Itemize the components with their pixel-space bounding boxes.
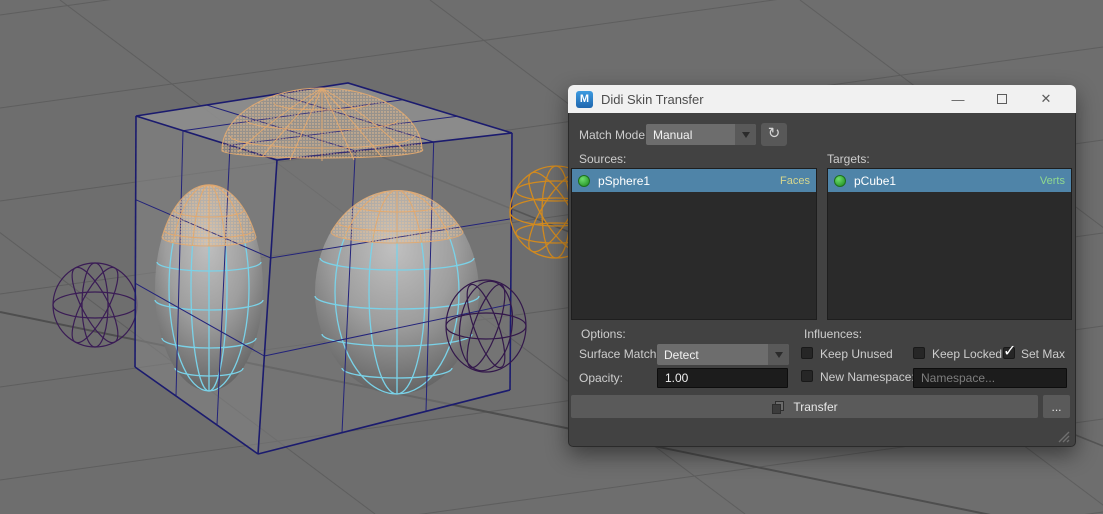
didi-skin-transfer-window: M Didi Skin Transfer — ✕ Match Mode: Man… [568, 85, 1076, 447]
keep-locked-checkbox[interactable] [913, 347, 925, 359]
check-icon: ✓ [1003, 343, 1017, 360]
maximize-button[interactable] [980, 92, 1024, 107]
source-name: pSphere1 [598, 173, 651, 188]
targets-list[interactable]: pCube1 Verts [827, 168, 1072, 320]
sources-label: Sources: [579, 152, 627, 166]
chevron-down-icon [768, 344, 789, 365]
list-item-psphere1[interactable]: pSphere1 Faces [572, 169, 816, 192]
maya-app-icon: M [576, 90, 593, 108]
target-name: pCube1 [854, 173, 897, 188]
opacity-label: Opacity: [579, 371, 624, 385]
status-dot-icon [578, 174, 590, 187]
namespace-input[interactable] [913, 368, 1067, 388]
transfer-button-label: Transfer [793, 399, 838, 414]
keep-unused-checkbox[interactable] [801, 347, 813, 359]
match-mode-value: Manual [653, 127, 693, 142]
target-mode-badge: Verts [1039, 174, 1065, 187]
targets-label: Targets: [827, 152, 870, 166]
status-dot-icon [834, 174, 846, 187]
source-mode-badge: Faces [780, 174, 810, 187]
keep-unused-label: Keep Unused [820, 347, 893, 361]
maximize-icon [997, 93, 1007, 104]
more-options-button[interactable]: ... [1043, 395, 1070, 418]
match-mode-label: Match Mode: [579, 128, 649, 142]
transfer-button[interactable]: Transfer [571, 395, 1038, 418]
transfer-copy-icon [772, 400, 785, 414]
list-item-pcube1[interactable]: pCube1 Verts [828, 169, 1071, 192]
chevron-down-icon [735, 124, 756, 145]
match-mode-dropdown[interactable]: Manual [646, 124, 756, 145]
resize-grip[interactable] [1056, 429, 1070, 443]
purple-wire-sphere-left [52, 262, 138, 348]
influences-group-label: Influences: [804, 327, 863, 341]
set-max-checkbox[interactable]: ✓ [1003, 343, 1016, 360]
close-button[interactable]: ✕ [1024, 91, 1068, 107]
new-namespace-label: New Namespace: [820, 370, 915, 384]
surface-match-dropdown[interactable]: Detect [657, 344, 789, 365]
surface-match-value: Detect [664, 347, 699, 362]
sources-list[interactable]: pSphere1 Faces [571, 168, 817, 320]
minimize-button[interactable]: — [936, 92, 980, 107]
new-namespace-checkbox[interactable] [801, 370, 813, 382]
title-bar[interactable]: M Didi Skin Transfer — ✕ [568, 85, 1076, 113]
window-title: Didi Skin Transfer [601, 91, 704, 107]
surface-match-label: Surface Match: [579, 347, 660, 361]
keep-locked-label: Keep Locked [932, 347, 1003, 361]
options-group-label: Options: [581, 327, 626, 341]
refresh-button[interactable]: ↻ [761, 123, 787, 146]
window-controls: — ✕ [936, 91, 1068, 107]
set-max-label: Set Max [1021, 347, 1066, 361]
screen: { "window": { "title": "Didi Skin Transf… [0, 0, 1103, 514]
dialog-body: Match Mode: Manual ↻ Sources: Targets: p… [568, 113, 1076, 447]
opacity-input[interactable] [657, 368, 788, 388]
